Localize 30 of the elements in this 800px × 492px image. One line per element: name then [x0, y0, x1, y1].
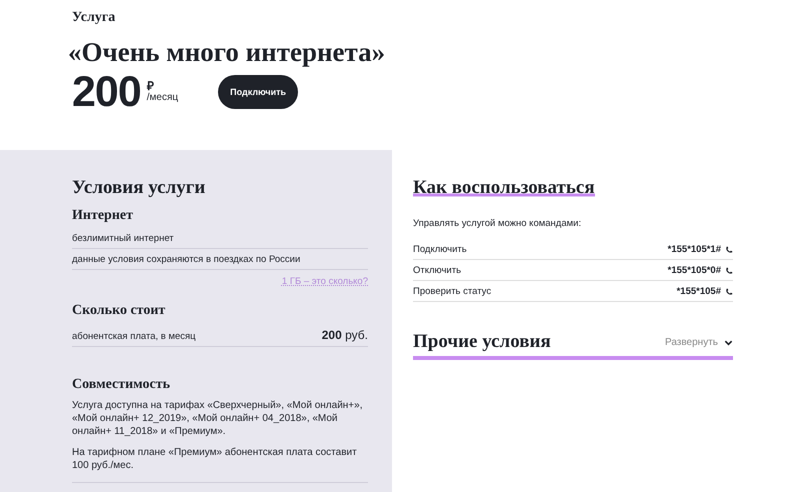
command-code: *155*105*0#	[668, 265, 721, 276]
command-code: *155*105*1#	[668, 244, 721, 255]
collapsible-header[interactable]: Прочие условия Развернуть	[413, 330, 733, 360]
price-value: 200 руб.	[322, 328, 368, 342]
service-label: Услуга	[72, 10, 116, 26]
description-text: Услуга доступна на тарифах «Сверхчерный», «Мой онлайн+», «Мой онлайн+ 12_2019», «Мой онлайн+ 04_2018», «Мой онлайн+ 11_2018» и «Премиум».	[72, 399, 364, 438]
command-label: Проверить статус	[413, 286, 492, 297]
page-title: «Очень много интернета»	[68, 36, 386, 68]
price: 200	[72, 70, 141, 114]
section-title: Прочие условия	[413, 330, 551, 354]
price-period: /месяц	[146, 92, 178, 103]
subsection-title: Сколько стоит	[72, 303, 166, 319]
section-title: Условия услуги	[72, 176, 206, 200]
phone-icon	[725, 288, 733, 296]
subsection-title: Интернет	[72, 208, 134, 224]
phone-icon	[725, 266, 733, 274]
connect-button[interactable]: Подключить	[218, 75, 298, 109]
chevron-icon	[724, 338, 733, 346]
currency-sign: ₽	[146, 81, 154, 92]
condition-text: данные условия сохраняются в поездках по России	[72, 254, 300, 265]
command-code: *155*105#	[676, 286, 721, 297]
subsection-title: Совместимость	[72, 377, 172, 393]
description-text: На тарифном плане «Премиум» абонентская плата составит 100 руб./мес.	[72, 446, 358, 472]
phone-icon	[725, 246, 733, 254]
intro-text: Управлять услугой можно командами:	[413, 218, 582, 229]
expand-toggle[interactable]: Развернуть	[664, 336, 718, 348]
command-label: Подключить	[413, 244, 467, 255]
condition-text: безлимитный интернет	[72, 233, 174, 244]
command-label: Отключить	[413, 265, 462, 276]
condition-text: абонентская плата, в месяц	[72, 331, 196, 342]
